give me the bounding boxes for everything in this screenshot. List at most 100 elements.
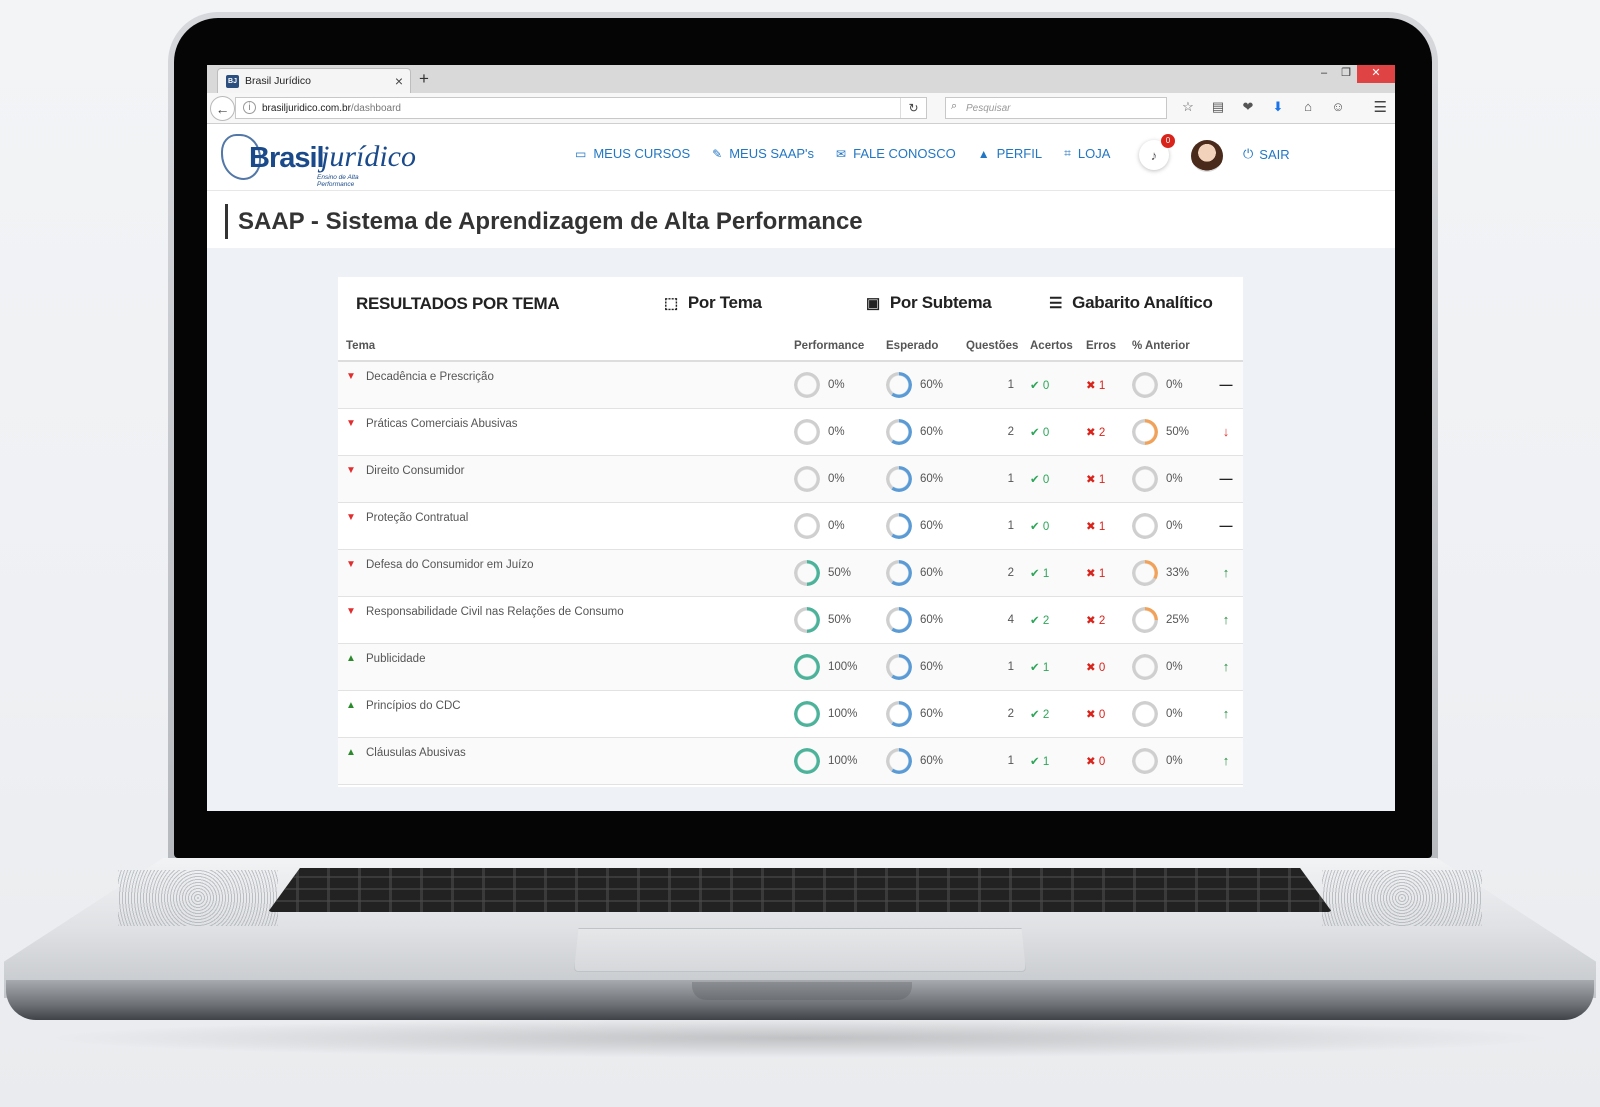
- restore-button[interactable]: ❐: [1335, 65, 1357, 83]
- cell-questoes: 1: [962, 361, 1026, 409]
- table-row[interactable]: ▲ Princípios do CDC 100% 60% 2 ✔ 2 ✖ 0 0…: [338, 690, 1243, 738]
- table-row[interactable]: ▼ Defesa do Consumidor em Juízo 50% 60% …: [338, 549, 1243, 597]
- performance-value: 0%: [828, 472, 845, 485]
- performance-ring: [794, 559, 820, 586]
- performance-value: 100%: [828, 660, 858, 673]
- logout-button[interactable]: ⏻ SAIR: [1243, 146, 1290, 162]
- tab-por-tema[interactable]: ⬚ Por Tema: [664, 293, 762, 313]
- laptop-trackpad: [574, 928, 1026, 972]
- tema-name[interactable]: Direito Consumidor: [366, 465, 464, 477]
- col-tema[interactable]: Tema: [338, 331, 790, 362]
- feedback-icon[interactable]: ☺: [1329, 99, 1347, 115]
- minus-icon: —: [1209, 502, 1243, 550]
- cell-questoes: 1: [962, 502, 1026, 550]
- url-bar[interactable]: i brasiljuridico.com.br/dashboard ↻: [235, 97, 927, 119]
- nav-perfil[interactable]: ▲ PERFIL: [978, 146, 1042, 161]
- close-window-button[interactable]: ✕: [1357, 65, 1395, 83]
- bookmark-star-icon[interactable]: ☆: [1179, 99, 1197, 115]
- table-row[interactable]: ▲ Cláusulas Abusivas 100% 60% 1 ✔ 1 ✖ 0 …: [338, 737, 1243, 785]
- pocket-icon[interactable]: ❤: [1239, 99, 1257, 115]
- browser-search-input[interactable]: ⌕ Pesquisar: [945, 97, 1167, 119]
- minimize-button[interactable]: –: [1313, 65, 1335, 83]
- info-icon[interactable]: i: [243, 101, 256, 114]
- performance-ring: [794, 465, 820, 492]
- esperado-ring: [886, 559, 912, 586]
- new-tab-button[interactable]: +: [419, 69, 429, 89]
- table-row[interactable]: ▼ Responsabilidade Civil nas Relações de…: [338, 596, 1243, 644]
- anterior-value: 0%: [1166, 754, 1183, 767]
- tab-label: Por Tema: [687, 293, 762, 312]
- envelope-icon: ✉: [836, 146, 847, 161]
- tema-name[interactable]: Responsabilidade Civil nas Relações de C…: [366, 606, 624, 618]
- home-icon[interactable]: ⌂: [1299, 99, 1317, 115]
- cell-erros: ✖ 1: [1082, 549, 1128, 597]
- table-row[interactable]: ▼ Decadência e Prescrição 0% 60% 1 ✔ 0 ✖…: [338, 361, 1243, 409]
- nav-loja[interactable]: ⌗ LOJA: [1064, 146, 1110, 161]
- tema-name[interactable]: Decadência e Prescrição: [366, 371, 494, 383]
- tab-title: Brasil Jurídico: [245, 75, 311, 87]
- tab-por-subtema[interactable]: ▣ Por Subtema: [866, 293, 992, 313]
- cell-anterior: 0%: [1128, 502, 1209, 550]
- download-icon[interactable]: ⬇: [1269, 99, 1287, 115]
- brand-logo[interactable]: Brasil jurídico Ensino de Alta Performan…: [221, 134, 416, 188]
- tema-name[interactable]: Cláusulas Abusivas: [366, 747, 466, 759]
- page-title: SAAP - Sistema de Aprendizagem de Alta P…: [225, 204, 863, 239]
- times-icon: ✖: [1086, 614, 1096, 627]
- browser-tab[interactable]: BJ Brasil Jurídico ×: [217, 68, 411, 93]
- cell-acertos: ✔ 0: [1026, 408, 1082, 456]
- erros-value: 1: [1098, 567, 1106, 580]
- col-questoes[interactable]: Questões: [962, 331, 1026, 362]
- tema-name[interactable]: Princípios do CDC: [366, 700, 461, 712]
- anterior-value: 0%: [1166, 378, 1183, 391]
- reading-list-icon[interactable]: ▤: [1209, 99, 1227, 115]
- cell-acertos: ✔ 0: [1026, 361, 1082, 409]
- avatar[interactable]: [1191, 140, 1223, 172]
- anterior-value: 0%: [1166, 519, 1183, 532]
- back-button[interactable]: ←: [210, 96, 235, 121]
- times-icon: ✖: [1086, 661, 1096, 674]
- nav-fale-conosco[interactable]: ✉ FALE CONOSCO: [836, 146, 956, 161]
- tema-name[interactable]: Publicidade: [366, 653, 425, 665]
- cell-erros: ✖ 0: [1082, 737, 1128, 785]
- thumbs-up-icon: ▲: [346, 746, 356, 758]
- cell-acertos: ✔ 1: [1026, 737, 1082, 785]
- tab-close-icon[interactable]: ×: [395, 73, 403, 89]
- esperado-ring: [886, 747, 912, 774]
- times-icon: ✖: [1086, 426, 1096, 439]
- nav-meus-saaps[interactable]: ✎ MEUS SAAP's: [712, 146, 814, 161]
- tema-name[interactable]: Proteção Contratual: [366, 512, 468, 524]
- speaker-left: [118, 870, 278, 926]
- reload-icon[interactable]: ↻: [900, 98, 926, 118]
- tab-gabarito-analitico[interactable]: ☰ Gabarito Analítico: [1049, 293, 1213, 313]
- cart-icon: ⌗: [1064, 146, 1071, 160]
- tema-name[interactable]: Defesa do Consumidor em Juízo: [366, 559, 533, 571]
- url-path: /dashboard: [350, 102, 401, 114]
- table-row[interactable]: ▼ Proteção Contratual 0% 60% 1 ✔ 0 ✖ 1 0…: [338, 502, 1243, 550]
- minus-icon: —: [1209, 361, 1243, 409]
- table-row[interactable]: ▼ Direito Consumidor 0% 60% 1 ✔ 0 ✖ 1 0%…: [338, 455, 1243, 503]
- acertos-value: 1: [1042, 661, 1050, 674]
- edit-icon: ✎: [712, 146, 723, 161]
- cell-anterior: 0%: [1128, 643, 1209, 691]
- performance-value: 100%: [828, 754, 858, 767]
- col-esperado[interactable]: Esperado: [882, 331, 962, 362]
- tema-name[interactable]: Práticas Comerciais Abusivas: [366, 418, 517, 430]
- cell-performance: 0%: [790, 455, 882, 503]
- hamburger-menu-icon[interactable]: ☰: [1374, 98, 1387, 116]
- nav-meus-cursos[interactable]: ▭ MEUS CURSOS: [575, 146, 690, 161]
- browser-navbar: ← i brasiljuridico.com.br/dashboard ↻ ⌕ …: [207, 93, 1395, 124]
- col-acertos[interactable]: Acertos: [1026, 331, 1082, 362]
- esperado-ring: [886, 371, 912, 398]
- times-icon: ✖: [1086, 755, 1096, 768]
- col-performance[interactable]: Performance: [790, 331, 882, 362]
- table-row[interactable]: ▲ Publicidade 100% 60% 1 ✔ 1 ✖ 0 0% ↑: [338, 643, 1243, 691]
- cell-tema: ▼ Defesa do Consumidor em Juízo: [338, 549, 790, 597]
- table-row[interactable]: ▼ Práticas Comerciais Abusivas 0% 60% 2 …: [338, 408, 1243, 456]
- nav-label: LOJA: [1077, 146, 1111, 161]
- col-erros[interactable]: Erros: [1082, 331, 1128, 362]
- cell-esperado: 60%: [882, 408, 962, 456]
- logo-text-brasil: Brasil: [249, 142, 325, 174]
- notifications-button[interactable]: ♪ 0: [1139, 134, 1175, 170]
- user-icon: ▲: [977, 146, 990, 161]
- col-anterior[interactable]: % Anterior: [1128, 331, 1209, 362]
